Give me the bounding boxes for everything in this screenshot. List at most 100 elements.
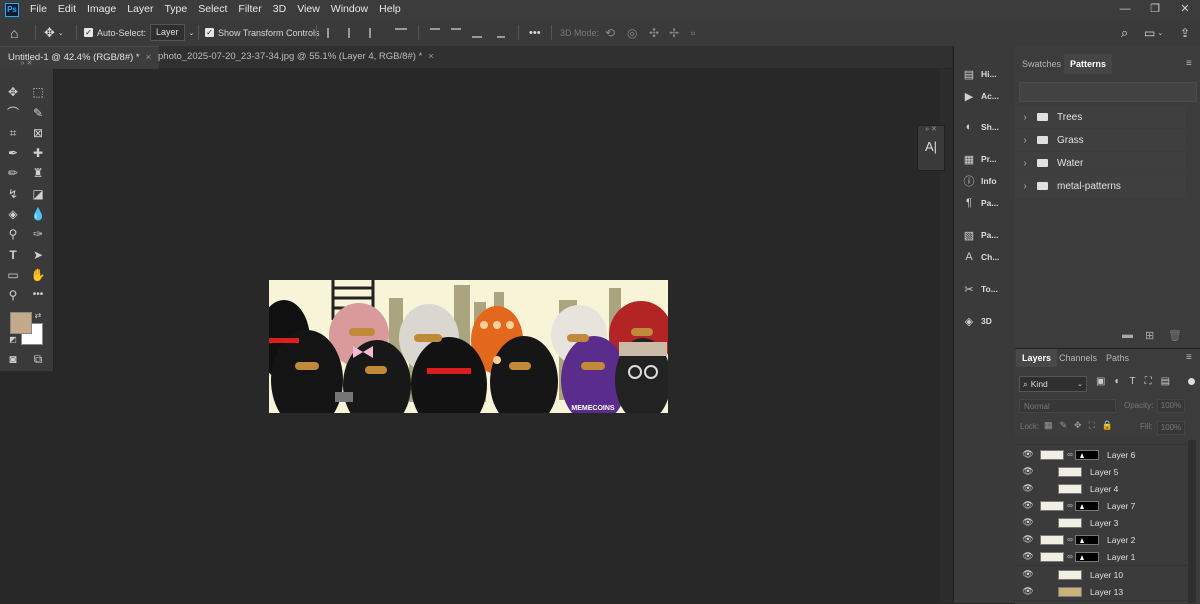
eyedropper-tool-icon[interactable]: ✒ <box>4 145 22 161</box>
more-tools-icon[interactable]: ••• <box>29 287 47 303</box>
tab-swatches[interactable]: Swatches <box>1016 54 1067 74</box>
layer-row-layer-6[interactable]: 👁 ∞ Layer 6 <box>1015 446 1187 464</box>
dock-item-history[interactable]: ▤ Hi... <box>954 64 1015 84</box>
dock-item-actions[interactable]: ▶ Ac... <box>954 86 1015 106</box>
quick-select-tool-icon[interactable]: ✎ <box>29 105 47 121</box>
menu-image[interactable]: Image <box>82 0 122 19</box>
layers-scrollbar[interactable] <box>1188 440 1196 603</box>
dodge-tool-icon[interactable]: ⚲ <box>4 226 22 242</box>
healing-brush-tool-icon[interactable]: ✚ <box>29 145 47 161</box>
3d-slide-icon[interactable]: ✢ <box>669 19 679 46</box>
dock-item-character-styles[interactable]: A Ch... <box>954 247 1015 267</box>
tab-channels[interactable]: Channels <box>1053 349 1103 367</box>
blur-tool-icon[interactable]: 💧 <box>29 206 47 222</box>
3d-roll-icon[interactable]: ◎ <box>627 19 637 46</box>
eye-icon[interactable]: 👁 <box>1021 500 1035 511</box>
opacity-field[interactable]: 100% <box>1157 399 1185 413</box>
eye-icon[interactable]: 👁 <box>1021 551 1035 562</box>
auto-select-dropdown[interactable]: Layer ⌄ <box>150 19 194 46</box>
quick-mask-icon[interactable]: ◙ <box>4 351 22 367</box>
tab-layers[interactable]: Layers <box>1016 349 1058 367</box>
eye-icon[interactable]: 👁 <box>1021 586 1035 597</box>
eye-icon[interactable]: 👁 <box>1021 517 1035 528</box>
brush-tool-icon[interactable]: ✏ <box>4 165 22 181</box>
menu-type[interactable]: Type <box>159 0 193 19</box>
pattern-folder-water[interactable]: › Water <box>1015 152 1185 174</box>
layer-row-layer-4[interactable]: 👁 Layer 4 <box>1015 480 1187 498</box>
3d-orbit-icon[interactable]: ⟲ <box>605 19 615 46</box>
menu-file[interactable]: File <box>25 0 53 19</box>
mini-panel-collapse-icon[interactable]: » ✕ <box>918 126 944 134</box>
eraser-tool-icon[interactable]: ◪ <box>29 186 47 202</box>
layer-filter-icons[interactable]: ▣◐T⛶▤ <box>1096 376 1179 387</box>
rectangle-tool-icon[interactable]: ▭ <box>4 267 22 283</box>
pattern-folder-trees[interactable]: › Trees <box>1015 106 1185 128</box>
clone-stamp-tool-icon[interactable]: ♜ <box>29 165 47 181</box>
distribute-icon[interactable] <box>395 19 407 46</box>
menu-view[interactable]: View <box>292 0 326 19</box>
show-transform-checkbox[interactable]: ✓ Show Transform Controls <box>205 19 320 46</box>
auto-select-checkbox[interactable]: ✓ Auto-Select: <box>84 19 146 46</box>
close-window-icon[interactable]: ✕ <box>1170 0 1200 19</box>
pattern-search-field[interactable] <box>1019 82 1197 102</box>
layer-row-layer-1[interactable]: 👁 ∞ Layer 1 <box>1015 548 1187 566</box>
pattern-folder-grass[interactable]: › Grass <box>1015 129 1185 151</box>
more-options-icon[interactable]: ••• <box>529 19 541 46</box>
path-selection-tool-icon[interactable]: ➤ <box>29 247 47 263</box>
align-vcenter-icon[interactable] <box>451 19 461 46</box>
dock-item-paragraph[interactable]: ¶ Pa... <box>954 193 1015 213</box>
filter-toggle-icon[interactable] <box>1188 378 1195 385</box>
3d-pan-icon[interactable]: ✣ <box>649 19 659 46</box>
swap-colors-icon[interactable]: ⇄ <box>33 311 43 321</box>
blend-mode-dropdown[interactable]: Normal <box>1019 399 1116 413</box>
layers-panel-menu-icon[interactable]: ≡ <box>1186 352 1192 363</box>
home-icon[interactable]: ⌂ <box>10 19 18 46</box>
3d-scale-icon[interactable]: ▫ <box>691 19 695 46</box>
align-top-icon[interactable] <box>430 19 440 46</box>
dock-item-tool-presets[interactable]: ✂ To... <box>954 279 1015 299</box>
pattern-folder-metal-patterns[interactable]: › metal-patterns <box>1015 175 1185 197</box>
eye-icon[interactable]: 👁 <box>1021 483 1035 494</box>
panel-menu-icon[interactable]: ≡ <box>1186 58 1192 69</box>
menu-layer[interactable]: Layer <box>122 0 159 19</box>
type-tool-icon[interactable]: T <box>4 247 22 263</box>
workspace-icon[interactable]: ▭ ⌄ <box>1144 19 1163 46</box>
screen-mode-icon[interactable]: ⧉ <box>29 351 47 367</box>
move-tool-icon[interactable]: ✥ <box>4 84 22 100</box>
distribute-vertical-icon[interactable] <box>497 19 505 46</box>
dock-item-paragraph-styles[interactable]: ▧ Pa... <box>954 225 1015 245</box>
dock-item-shapes[interactable]: ◐ Sh... <box>954 117 1015 137</box>
paint-bucket-tool-icon[interactable]: ◈ <box>4 206 22 222</box>
toolbox-collapse-icon[interactable]: » ✕ <box>0 60 53 68</box>
restore-icon[interactable]: ❐ <box>1140 0 1170 19</box>
minimize-icon[interactable]: — <box>1110 0 1140 19</box>
marquee-tool-icon[interactable]: ⬚ <box>29 84 47 100</box>
share-icon[interactable]: ⇪ <box>1180 19 1190 46</box>
menu-select[interactable]: Select <box>193 0 233 19</box>
fill-field[interactable]: 100% <box>1157 421 1185 435</box>
delete-pattern-icon[interactable]: 🗑 <box>1168 329 1182 342</box>
frame-tool-icon[interactable]: ⊠ <box>29 125 47 141</box>
history-brush-tool-icon[interactable]: ↯ <box>4 186 22 202</box>
layer-row-layer-10[interactable]: 👁 Layer 10 <box>1015 566 1187 584</box>
zoom-tool-icon[interactable]: ⚲ <box>4 287 22 303</box>
tab-photo[interactable]: photo_2025-07-20_23-37-34.jpg @ 55.1% (L… <box>150 46 442 68</box>
layer-row-layer-3[interactable]: 👁 Layer 3 <box>1015 514 1187 532</box>
character-panel-icon[interactable]: A| <box>918 134 944 160</box>
align-bottom-icon[interactable] <box>472 19 482 46</box>
dock-item-properties[interactable]: ▦ Pr... <box>954 149 1015 169</box>
tab-paths[interactable]: Paths <box>1100 349 1135 367</box>
align-right-icon[interactable] <box>369 19 379 46</box>
hand-tool-icon[interactable]: ✋ <box>29 267 47 283</box>
align-left-icon[interactable] <box>327 19 337 46</box>
crop-tool-icon[interactable]: ⌗ <box>4 125 22 141</box>
menu-help[interactable]: Help <box>374 0 407 19</box>
tab-patterns[interactable]: Patterns <box>1064 54 1113 74</box>
close-tab-icon[interactable]: × <box>428 51 434 62</box>
eye-icon[interactable]: 👁 <box>1021 569 1035 580</box>
search-icon[interactable]: ⌕ <box>1121 19 1128 46</box>
layer-row-layer-5[interactable]: 👁 Layer 5 <box>1015 463 1187 481</box>
menu-window[interactable]: Window <box>326 0 374 19</box>
pen-tool-icon[interactable]: ✑ <box>29 226 47 242</box>
eye-icon[interactable]: 👁 <box>1021 534 1035 545</box>
